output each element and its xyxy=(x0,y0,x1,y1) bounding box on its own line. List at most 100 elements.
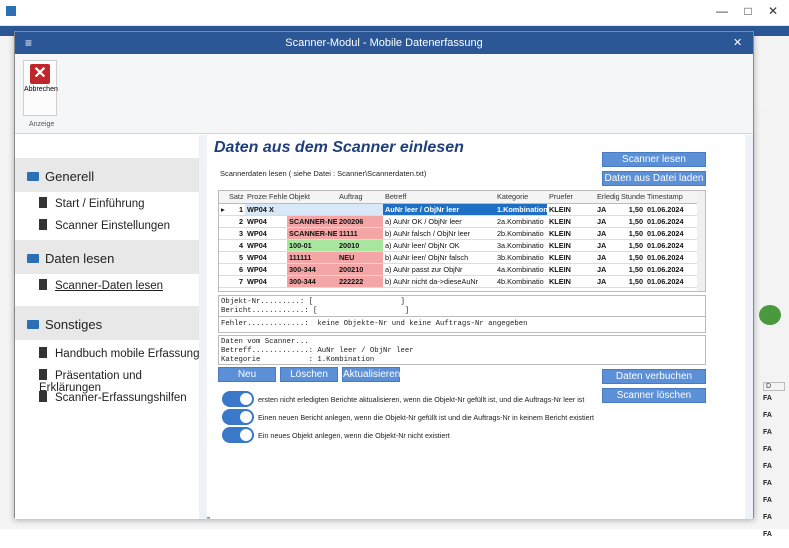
table-cell[interactable]: JA xyxy=(595,227,619,240)
column-header[interactable]: Kategorie xyxy=(495,191,547,204)
table-scrollbar[interactable] xyxy=(697,191,705,291)
maximize-icon[interactable]: □ xyxy=(738,4,758,18)
table-cell[interactable]: JA xyxy=(595,203,619,216)
column-header[interactable]: Stunden xyxy=(619,191,645,204)
table-cell[interactable]: b) AuNr nicht da->dieseAuNr xyxy=(383,275,495,288)
table-cell[interactable]: 300-344 xyxy=(287,275,337,288)
table-cell[interactable]: 100-01 xyxy=(287,239,337,252)
column-header[interactable]: Objekt xyxy=(287,191,337,204)
table-cell[interactable]: WP04 xyxy=(245,203,267,216)
table-cell[interactable]: 1,50 xyxy=(619,215,645,228)
table-cell[interactable]: 7 xyxy=(227,275,245,288)
column-header[interactable]: Fehler xyxy=(267,191,287,204)
load-file-button[interactable]: Daten aus Datei laden xyxy=(602,171,706,186)
table-cell[interactable]: WP04 xyxy=(245,239,267,252)
table-row[interactable]: 6 WP04 300-344 200210 a) AuNr passt zur ObjN… xyxy=(219,263,697,276)
column-header[interactable]: Prozess xyxy=(245,191,267,204)
table-cell[interactable]: a) AuNr leer/ ObjNr OK xyxy=(383,239,495,252)
table-cell[interactable]: 01.06.2024 xyxy=(645,263,697,276)
table-cell[interactable]: 01.06.2024 xyxy=(645,203,697,216)
table-cell[interactable]: JA xyxy=(595,215,619,228)
update-report-toggle[interactable] xyxy=(222,391,254,407)
table-cell[interactable]: 11111 xyxy=(337,227,383,240)
column-header[interactable]: Auftrag xyxy=(337,191,383,204)
table-cell[interactable]: 1,50 xyxy=(619,203,645,216)
table-cell[interactable]: 111111 xyxy=(287,251,337,264)
table-cell[interactable]: b) AuNr falsch / ObjNr leer xyxy=(383,227,495,240)
table-cell[interactable]: 6 xyxy=(227,263,245,276)
refresh-button[interactable]: Aktualisieren xyxy=(342,367,400,382)
table-cell[interactable]: JA xyxy=(595,251,619,264)
new-report-toggle[interactable] xyxy=(222,409,254,425)
table-cell[interactable]: 1,50 xyxy=(619,263,645,276)
table-cell[interactable]: KLEIN xyxy=(547,239,595,252)
table-row[interactable]: 5 WP04 111111 NEU b) AuNr leer/ ObjNr falsch… xyxy=(219,251,697,264)
column-header[interactable]: Timestamp xyxy=(645,191,697,204)
table-cell[interactable] xyxy=(267,251,287,264)
table-cell[interactable]: SCANNER-NEU xyxy=(287,215,337,228)
row-selector[interactable] xyxy=(219,239,227,252)
table-cell[interactable]: WP04 xyxy=(245,275,267,288)
nav-item-scanner-settings[interactable]: Scanner Einstellungen xyxy=(39,219,170,232)
table-cell[interactable]: 3 xyxy=(227,227,245,240)
table-cell[interactable] xyxy=(267,263,287,276)
table-cell[interactable]: X xyxy=(267,203,287,216)
table-cell[interactable]: 4 xyxy=(227,239,245,252)
table-cell[interactable]: 1.Kombination xyxy=(495,203,547,216)
table-cell[interactable]: KLEIN xyxy=(547,251,595,264)
table-cell[interactable]: JA xyxy=(595,263,619,276)
table-cell[interactable] xyxy=(267,215,287,228)
cancel-button[interactable]: ✕ Abbrechen xyxy=(23,60,58,116)
table-cell[interactable]: WP04 xyxy=(245,251,267,264)
dialog-close-icon[interactable]: ✕ xyxy=(733,36,742,49)
column-header[interactable]: Satz xyxy=(227,191,245,204)
table-cell[interactable]: 01.06.2024 xyxy=(645,227,697,240)
table-cell[interactable]: 1,50 xyxy=(619,227,645,240)
table-cell[interactable]: WP04 xyxy=(245,263,267,276)
row-selector[interactable] xyxy=(219,215,227,228)
table-cell[interactable]: 4a.Kombinatio xyxy=(495,263,547,276)
close-icon[interactable]: ✕ xyxy=(763,4,783,18)
table-cell[interactable]: SCANNER-NEU xyxy=(287,227,337,240)
table-cell[interactable]: 01.06.2024 xyxy=(645,251,697,264)
table-row[interactable]: 3WP04 SCANNER-NEU11111b) AuNr falsch / Ob… xyxy=(219,227,697,240)
table-cell[interactable]: KLEIN xyxy=(547,263,595,276)
table-cell[interactable]: 2 xyxy=(227,215,245,228)
row-selector[interactable]: ▸ xyxy=(219,203,227,216)
row-selector[interactable] xyxy=(219,227,227,240)
delete-button[interactable]: Löschen xyxy=(280,367,338,382)
table-cell[interactable]: 2a.Kombinatio xyxy=(495,215,547,228)
table-cell[interactable]: 01.06.2024 xyxy=(645,215,697,228)
table-cell[interactable]: KLEIN xyxy=(547,215,595,228)
column-header[interactable]: Betreff xyxy=(383,191,495,204)
nav-item-manual[interactable]: Handbuch mobile Erfassung xyxy=(39,347,199,360)
table-cell[interactable]: JA xyxy=(595,239,619,252)
table-cell[interactable]: 1,50 xyxy=(619,251,645,264)
table-cell[interactable]: KLEIN xyxy=(547,275,595,288)
table-cell[interactable] xyxy=(267,275,287,288)
table-cell[interactable]: a) AuNr OK / ObjNr leer xyxy=(383,215,495,228)
table-cell[interactable] xyxy=(337,203,383,216)
column-header[interactable]: Erledigt xyxy=(595,191,619,204)
read-scanner-button[interactable]: Scanner lesen xyxy=(602,152,706,167)
table-cell[interactable]: 1 xyxy=(227,203,245,216)
table-cell[interactable]: b) AuNr leer/ ObjNr falsch xyxy=(383,251,495,264)
nav-item-helpers[interactable]: Scanner-Erfassungshilfen xyxy=(39,391,187,404)
table-cell[interactable]: a) AuNr passt zur ObjNr xyxy=(383,263,495,276)
table-cell[interactable]: 2b.Kombinatio xyxy=(495,227,547,240)
table-cell[interactable]: 200210 xyxy=(337,263,383,276)
table-cell[interactable] xyxy=(287,203,337,216)
table-cell[interactable]: 3b.Kombinatio xyxy=(495,251,547,264)
table-cell[interactable]: 1,50 xyxy=(619,275,645,288)
scanner-details-area[interactable]: Daten vom Scanner... Betreff............… xyxy=(218,335,706,365)
table-cell[interactable]: JA xyxy=(595,275,619,288)
table-row[interactable]: 2WP04 SCANNER-NEU200206a) AuNr OK / ObjNr… xyxy=(219,215,697,228)
table-cell[interactable]: 1,50 xyxy=(619,239,645,252)
table-cell[interactable]: 4b.Kombinatio xyxy=(495,275,547,288)
nav-section-sonstiges[interactable]: Sonstiges xyxy=(15,306,199,340)
table-cell[interactable]: WP04 xyxy=(245,215,267,228)
nav-section-daten-lesen[interactable]: Daten lesen xyxy=(15,240,199,274)
table-cell[interactable] xyxy=(267,239,287,252)
nav-item-start[interactable]: Start / Einführung xyxy=(39,197,145,210)
table-cell[interactable]: WP04 xyxy=(245,227,267,240)
